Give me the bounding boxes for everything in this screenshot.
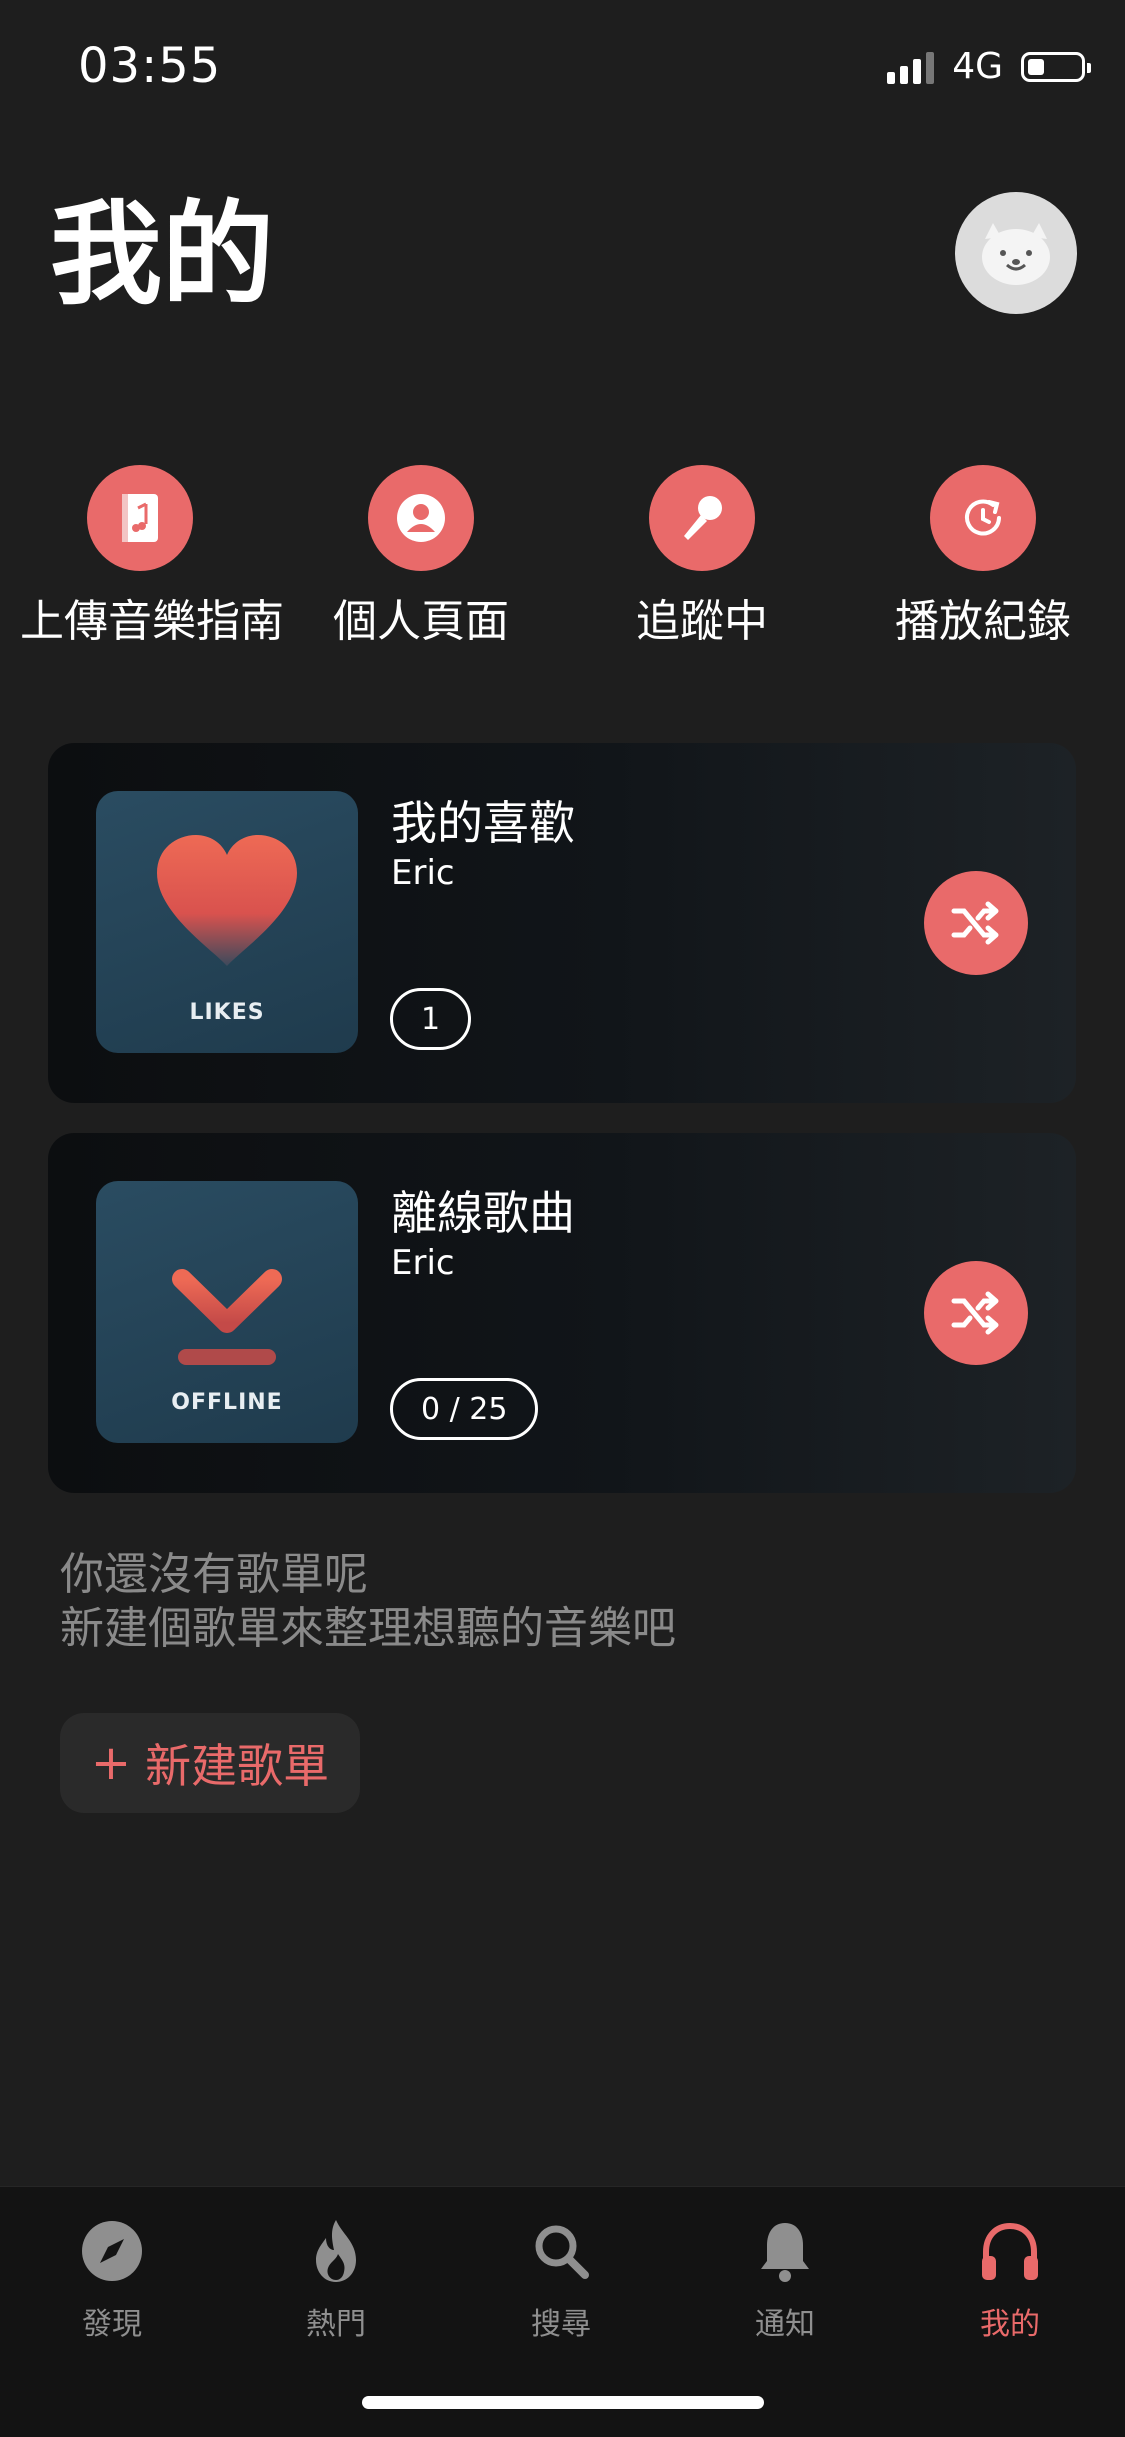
cover-label: OFFLINE <box>171 1390 283 1415</box>
download-icon <box>172 1217 282 1365</box>
tab-mine[interactable]: 我的 <box>945 2215 1075 2343</box>
battery-icon <box>1021 51 1091 82</box>
playlist-cover: OFFLINE <box>96 1181 358 1443</box>
empty-state-message: 你還沒有歌單呢 新建個歌單來整理想聽的音樂吧 <box>60 1548 676 1656</box>
tab-trending[interactable]: 熱門 <box>271 2215 401 2343</box>
bell-icon <box>720 2215 850 2287</box>
search-icon <box>496 2215 626 2287</box>
quick-action-label: 追蹤中 <box>636 596 768 647</box>
tab-search[interactable]: 搜尋 <box>496 2215 626 2343</box>
tab-label: 發現 <box>82 2307 142 2342</box>
song-count-badge: 1 <box>390 988 472 1050</box>
playlist-title: 離線歌曲 <box>391 1186 575 1240</box>
heart-icon <box>157 835 297 966</box>
person-icon <box>368 465 474 571</box>
quick-action-history[interactable]: 播放紀錄 <box>863 465 1103 649</box>
playlist-card-likes[interactable]: LIKES 我的喜歡 Eric 1 <box>48 743 1076 1103</box>
flame-icon <box>271 2215 401 2287</box>
status-indicators: 4G <box>887 46 1091 87</box>
shuffle-play-button[interactable] <box>924 1261 1028 1365</box>
shuffle-icon <box>951 1291 999 1335</box>
playlist-card-offline[interactable]: OFFLINE 離線歌曲 Eric 0 / 25 <box>48 1133 1076 1493</box>
microphone-icon <box>649 465 755 571</box>
tab-discover[interactable]: 發現 <box>47 2215 177 2343</box>
empty-state-line: 你還沒有歌單呢 <box>60 1549 368 1600</box>
new-playlist-button[interactable]: + 新建歌單 <box>60 1713 360 1813</box>
quick-action-label: 個人頁面 <box>333 596 509 647</box>
cat-avatar-icon <box>982 223 1050 285</box>
network-type: 4G <box>952 46 1003 87</box>
quick-action-following[interactable]: 追蹤中 <box>582 465 822 649</box>
page-title: 我的 <box>50 190 274 320</box>
avatar[interactable] <box>955 192 1077 314</box>
signal-icon <box>887 50 935 84</box>
quick-action-upload-guide[interactable]: 上傳音樂指南 <box>20 465 284 649</box>
quick-action-label: 上傳音樂指南 <box>20 596 284 647</box>
quick-action-profile[interactable]: 個人頁面 <box>301 465 541 649</box>
tab-label: 熱門 <box>306 2307 366 2342</box>
playlist-title: 我的喜歡 <box>391 796 575 850</box>
plus-icon: + <box>90 1735 132 1791</box>
music-book-icon <box>87 465 193 571</box>
compass-icon <box>47 2215 177 2287</box>
status-time: 03:55 <box>78 38 222 94</box>
song-count-badge: 0 / 25 <box>390 1378 539 1440</box>
tab-label: 搜尋 <box>531 2307 591 2342</box>
history-icon <box>930 465 1036 571</box>
tab-label: 通知 <box>755 2307 815 2342</box>
playlist-owner: Eric <box>391 853 455 893</box>
cover-label: LIKES <box>189 1000 265 1025</box>
playlist-cover: LIKES <box>96 791 358 1053</box>
shuffle-icon <box>951 901 999 945</box>
playlist-owner: Eric <box>391 1243 455 1283</box>
shuffle-play-button[interactable] <box>924 871 1028 975</box>
home-indicator <box>362 2396 764 2409</box>
tab-label: 我的 <box>980 2307 1040 2342</box>
headphones-icon <box>945 2215 1075 2287</box>
new-playlist-label: 新建歌單 <box>145 1739 330 1793</box>
tab-notifications[interactable]: 通知 <box>720 2215 850 2343</box>
empty-state-line: 新建個歌單來整理想聽的音樂吧 <box>60 1603 676 1654</box>
quick-action-label: 播放紀錄 <box>895 596 1071 647</box>
